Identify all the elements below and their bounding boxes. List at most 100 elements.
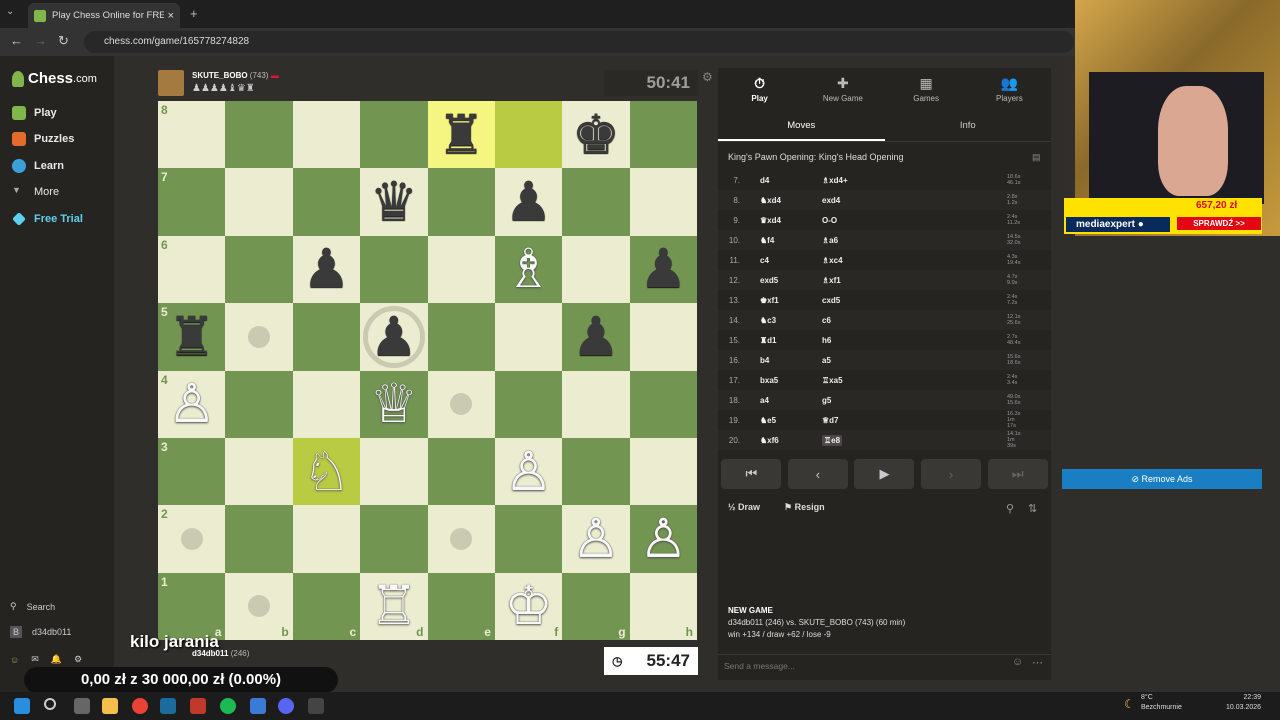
draw-button[interactable]: ½ Draw bbox=[728, 502, 760, 513]
board-settings-icon[interactable]: ⚙ bbox=[702, 70, 713, 84]
square-g4[interactable] bbox=[562, 370, 630, 438]
black-move[interactable]: exd4 bbox=[822, 196, 942, 205]
white-move[interactable]: ♞e5 bbox=[760, 416, 822, 425]
sidebar-user[interactable]: B d34db011 bbox=[10, 626, 71, 638]
white-move[interactable]: ♞f4 bbox=[760, 236, 822, 245]
black-move[interactable]: ♗xf1 bbox=[822, 276, 942, 285]
square-g1[interactable]: g bbox=[562, 572, 630, 640]
tab-games[interactable]: ▦ Games bbox=[885, 68, 968, 110]
messages-icon[interactable]: ✉ bbox=[31, 654, 39, 665]
tab-info[interactable]: Info bbox=[885, 114, 1052, 141]
white-king-icon[interactable]: ♔ bbox=[504, 579, 552, 633]
chrome-icon[interactable] bbox=[132, 698, 148, 714]
white-pawn-icon[interactable]: ♙ bbox=[167, 377, 215, 431]
black-move[interactable]: ♖e8 bbox=[822, 434, 942, 446]
app-icon[interactable] bbox=[190, 698, 206, 714]
square-h8[interactable] bbox=[629, 101, 697, 169]
black-rook-icon[interactable]: ♜ bbox=[167, 309, 215, 364]
white-move[interactable]: ♜d1 bbox=[760, 336, 822, 345]
black-move[interactable]: g5 bbox=[822, 396, 942, 405]
white-move[interactable]: ♞xf6 bbox=[760, 436, 822, 445]
square-d4[interactable]: ♕ bbox=[360, 370, 428, 438]
square-b6[interactable] bbox=[225, 235, 293, 304]
tab-play[interactable]: ⏱ Play bbox=[718, 68, 801, 110]
black-pawn-icon[interactable]: ♟ bbox=[504, 175, 552, 229]
windows-start-icon[interactable] bbox=[14, 698, 30, 714]
square-g5[interactable]: ♟ bbox=[562, 303, 630, 371]
square-f8[interactable] bbox=[494, 101, 563, 169]
sidebar-item-learn[interactable]: Learn bbox=[12, 159, 64, 173]
sidebar-item-more[interactable]: ▼ More bbox=[12, 185, 59, 199]
app-icon[interactable] bbox=[308, 698, 324, 714]
square-b8[interactable] bbox=[225, 101, 293, 169]
search-icon[interactable] bbox=[44, 698, 56, 710]
book-icon[interactable]: ▤ bbox=[1032, 152, 1041, 163]
black-move[interactable]: ♗a6 bbox=[822, 236, 942, 245]
opponent-name[interactable]: SKUTE_BOBO (743) ▬ bbox=[192, 71, 279, 80]
square-b5[interactable] bbox=[225, 303, 293, 371]
url-field[interactable]: chess.com/game/165778274828 bbox=[84, 31, 1074, 53]
white-move[interactable]: ♞c3 bbox=[760, 316, 822, 325]
first-move-button[interactable]: ⏮ bbox=[721, 459, 782, 489]
black-move[interactable]: c6 bbox=[822, 316, 942, 325]
square-b2[interactable] bbox=[225, 505, 293, 573]
tab-moves[interactable]: Moves bbox=[718, 114, 885, 141]
white-move[interactable]: ♚xf1 bbox=[760, 296, 822, 305]
square-d6[interactable] bbox=[360, 235, 428, 304]
white-queen-icon[interactable]: ♕ bbox=[370, 377, 418, 431]
remove-ads-button[interactable]: ⊘ Remove Ads bbox=[1062, 469, 1262, 489]
square-f7[interactable]: ♟ bbox=[494, 168, 563, 236]
square-h4[interactable] bbox=[629, 370, 697, 438]
black-move[interactable]: ♕d7 bbox=[822, 416, 942, 425]
new-tab-button[interactable]: + bbox=[190, 6, 198, 21]
square-e8[interactable]: ♜ bbox=[427, 101, 495, 169]
tab-players[interactable]: 👥 Players bbox=[968, 68, 1051, 110]
black-move[interactable]: ♗xd4+ bbox=[822, 176, 942, 185]
black-move[interactable]: O-O bbox=[822, 216, 942, 225]
legal-move-dot[interactable] bbox=[248, 595, 271, 618]
square-a7[interactable]: 7 bbox=[158, 168, 226, 236]
white-pawn-icon[interactable]: ♙ bbox=[572, 511, 620, 566]
play-button[interactable]: ▶ bbox=[854, 459, 915, 489]
chat-input[interactable]: Send a message... bbox=[718, 654, 1051, 676]
clock-widget[interactable]: 22:39 10.03.2026 bbox=[1226, 693, 1261, 713]
square-d5[interactable]: ♟ bbox=[360, 303, 428, 371]
flip-board-icon[interactable]: ⇅ bbox=[1028, 502, 1037, 515]
square-c7[interactable] bbox=[292, 168, 361, 236]
square-a1[interactable]: 1a bbox=[158, 572, 226, 640]
square-h3[interactable] bbox=[629, 437, 697, 506]
gear-icon[interactable]: ⚙ bbox=[74, 654, 82, 665]
white-move[interactable]: exd5 bbox=[760, 276, 822, 285]
browser-tab[interactable]: Play Chess Online for FREE - 2 P × bbox=[28, 3, 180, 28]
square-g8[interactable]: ♚ bbox=[562, 101, 630, 169]
legal-move-dot[interactable] bbox=[180, 527, 203, 550]
black-move[interactable]: ♖xa5 bbox=[822, 376, 942, 385]
tab-new-game[interactable]: ✚ New Game bbox=[801, 68, 884, 110]
square-d7[interactable]: ♛ bbox=[360, 168, 428, 236]
white-move[interactable]: ♛xd4 bbox=[760, 216, 822, 225]
black-king-icon[interactable]: ♚ bbox=[572, 107, 620, 162]
next-move-button[interactable]: › bbox=[921, 459, 982, 489]
black-queen-icon[interactable]: ♛ bbox=[370, 175, 418, 229]
back-icon[interactable]: ← bbox=[10, 33, 23, 48]
more-options-icon[interactable]: ⋯ bbox=[1032, 656, 1043, 669]
square-c3[interactable]: ♘ bbox=[292, 437, 361, 506]
white-pawn-icon[interactable]: ♙ bbox=[639, 511, 687, 566]
square-e3[interactable] bbox=[427, 437, 495, 506]
square-f3[interactable]: ♙ bbox=[494, 437, 563, 506]
legal-move-dot[interactable] bbox=[450, 527, 473, 550]
file-explorer-icon[interactable] bbox=[102, 698, 118, 714]
square-c1[interactable]: c bbox=[292, 572, 361, 640]
square-a4[interactable]: 4 ♙ bbox=[158, 370, 226, 438]
spotify-icon[interactable] bbox=[220, 698, 236, 714]
tab-list-icon[interactable]: ⌄ bbox=[6, 6, 14, 17]
square-e6[interactable] bbox=[427, 235, 495, 304]
square-a8[interactable]: 8 bbox=[158, 101, 226, 169]
white-move[interactable]: bxa5 bbox=[760, 376, 822, 385]
black-rook-icon[interactable]: ♜ bbox=[437, 107, 485, 162]
square-g2[interactable]: ♙ bbox=[562, 505, 630, 573]
square-b7[interactable] bbox=[225, 168, 293, 236]
black-pawn-icon[interactable]: ♟ bbox=[572, 309, 620, 364]
last-move-button[interactable]: ⏭ bbox=[987, 459, 1048, 489]
white-move[interactable]: ♞xd4 bbox=[760, 196, 822, 205]
